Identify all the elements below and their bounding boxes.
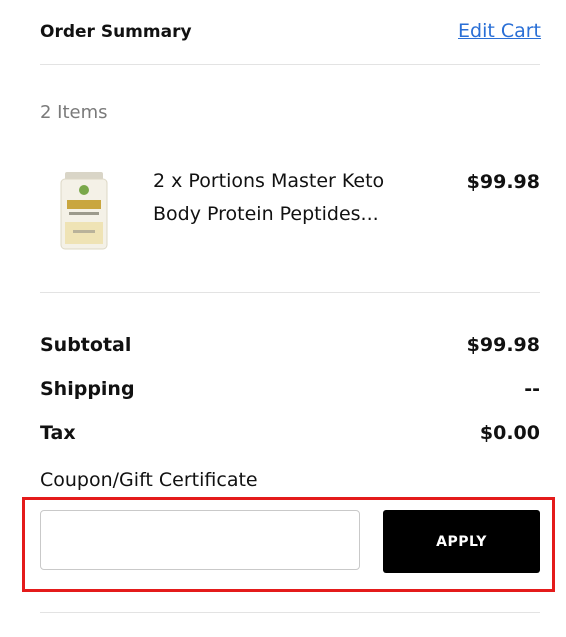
- shipping-value: --: [524, 378, 540, 400]
- tax-label: Tax: [40, 422, 76, 444]
- order-summary-title: Order Summary: [40, 22, 192, 42]
- product-price: $99.98: [466, 171, 540, 193]
- product-thumbnail[interactable]: [55, 170, 113, 252]
- divider: [40, 292, 540, 293]
- subtotal-label: Subtotal: [40, 334, 132, 356]
- subtotal-value: $99.98: [466, 334, 540, 356]
- product-image: [60, 172, 108, 250]
- divider: [40, 64, 540, 65]
- edit-cart-link[interactable]: Edit Cart: [458, 20, 541, 42]
- highlight-box: [22, 497, 555, 592]
- items-count: 2 Items: [40, 102, 108, 123]
- shipping-label: Shipping: [40, 378, 135, 400]
- product-name[interactable]: 2 x Portions Master Keto Body Protein Pe…: [153, 165, 413, 231]
- coupon-label: Coupon/Gift Certificate: [40, 469, 258, 491]
- tax-value: $0.00: [479, 422, 540, 444]
- divider: [40, 612, 540, 613]
